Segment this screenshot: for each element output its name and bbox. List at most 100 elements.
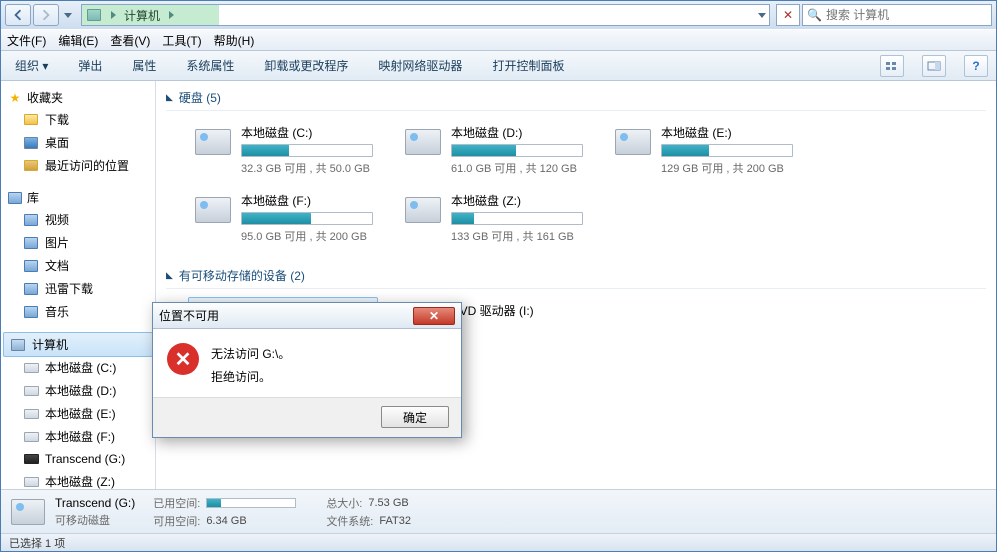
sidebar-item-drive-z[interactable]: 本地磁盘 (Z:) bbox=[1, 470, 155, 489]
desktop-icon bbox=[23, 135, 39, 151]
error-icon: ✕ bbox=[167, 343, 199, 375]
sidebar-item-music[interactable]: 音乐 bbox=[1, 300, 155, 323]
sidebar-item-drive-d[interactable]: 本地磁盘 (D:) bbox=[1, 379, 155, 402]
folder-icon bbox=[23, 112, 39, 128]
menu-edit[interactable]: 编辑(E) bbox=[58, 32, 98, 49]
drive-icon bbox=[23, 406, 39, 422]
sidebar-item-downloads[interactable]: 下载 bbox=[1, 108, 155, 131]
collapse-icon: ◣ bbox=[166, 270, 173, 281]
sidebar-item-drive-e[interactable]: 本地磁盘 (E:) bbox=[1, 402, 155, 425]
sidebar-item-videos[interactable]: 视频 bbox=[1, 208, 155, 231]
total-size-value: 7.53 GB bbox=[368, 497, 408, 509]
status-selected: 已选择 1 项 bbox=[9, 535, 65, 551]
sidebar-item-drive-f[interactable]: 本地磁盘 (F:) bbox=[1, 425, 155, 448]
thunder-icon bbox=[23, 281, 39, 297]
usage-bar bbox=[241, 212, 373, 225]
nav-back-button[interactable] bbox=[5, 4, 31, 26]
toolbar: 组织 ▾ 弹出 属性 系统属性 卸载或更改程序 映射网络驱动器 打开控制面板 ? bbox=[1, 51, 996, 81]
usage-text: 95.0 GB 可用 , 共 200 GB bbox=[241, 228, 373, 244]
total-size-label: 总大小: bbox=[326, 495, 362, 511]
usage-bar bbox=[241, 144, 373, 157]
address-dropdown[interactable] bbox=[755, 13, 769, 18]
nav-forward-button[interactable] bbox=[33, 4, 59, 26]
hdd-icon bbox=[403, 192, 443, 228]
library-icon bbox=[7, 190, 23, 206]
address-progress bbox=[82, 5, 219, 25]
music-icon bbox=[23, 304, 39, 320]
uninstall-button[interactable]: 卸载或更改程序 bbox=[258, 53, 354, 78]
sidebar-item-recent[interactable]: 最近访问的位置 bbox=[1, 154, 155, 177]
drive-icon bbox=[23, 383, 39, 399]
preview-pane-button[interactable] bbox=[922, 55, 946, 77]
eject-button[interactable]: 弹出 bbox=[72, 53, 108, 78]
navigation-pane: ★收藏夹 下载 桌面 最近访问的位置 库 视频 图片 文档 迅雷下载 音乐 计算… bbox=[1, 81, 156, 489]
search-input[interactable] bbox=[826, 8, 987, 22]
hdd-icon bbox=[193, 192, 233, 228]
dialog-titlebar[interactable]: 位置不可用 ✕ bbox=[153, 303, 461, 329]
menu-help[interactable]: 帮助(H) bbox=[214, 32, 255, 49]
system-properties-button[interactable]: 系统属性 bbox=[180, 53, 240, 78]
nav-history-dropdown[interactable] bbox=[61, 13, 75, 18]
dialog-title: 位置不可用 bbox=[159, 307, 219, 324]
map-drive-button[interactable]: 映射网络驱动器 bbox=[372, 53, 468, 78]
hdd-icon bbox=[613, 124, 653, 160]
sidebar-item-drive-c[interactable]: 本地磁盘 (C:) bbox=[1, 356, 155, 379]
recent-icon bbox=[23, 158, 39, 174]
details-type: 可移动磁盘 bbox=[55, 512, 135, 528]
search-box[interactable]: 🔍 bbox=[802, 4, 992, 26]
sidebar-item-desktop[interactable]: 桌面 bbox=[1, 131, 155, 154]
computer-icon bbox=[10, 337, 26, 353]
details-name: Transcend (G:) bbox=[55, 496, 135, 510]
usage-bar bbox=[451, 212, 583, 225]
filesystem-label: 文件系统: bbox=[326, 513, 373, 529]
hdd-icon bbox=[403, 124, 443, 160]
drive-card[interactable]: 本地磁盘 (C:)32.3 GB 可用 , 共 50.0 GB bbox=[188, 119, 378, 181]
dialog-message-2: 拒绝访问。 bbox=[211, 366, 290, 389]
properties-button[interactable]: 属性 bbox=[126, 53, 162, 78]
group-removable[interactable]: ◣有可移动存储的设备 (2) bbox=[166, 263, 986, 289]
menu-file[interactable]: 文件(F) bbox=[7, 32, 46, 49]
usage-bar bbox=[451, 144, 583, 157]
sidebar-libraries-header[interactable]: 库 bbox=[1, 187, 155, 208]
drive-name: DVD 驱动器 (I:) bbox=[451, 302, 583, 319]
sidebar-libraries: 库 视频 图片 文档 迅雷下载 音乐 bbox=[1, 187, 155, 323]
sidebar-favorites-header[interactable]: ★收藏夹 bbox=[1, 87, 155, 108]
help-button[interactable]: ? bbox=[964, 55, 988, 77]
drive-name: 本地磁盘 (D:) bbox=[451, 124, 583, 141]
sidebar-item-drive-g[interactable]: Transcend (G:) bbox=[1, 448, 155, 470]
drive-name: 本地磁盘 (Z:) bbox=[451, 192, 583, 209]
view-options-button[interactable] bbox=[880, 55, 904, 77]
titlebar: 计算机 ✕ 🔍 bbox=[1, 1, 996, 29]
organize-button[interactable]: 组织 ▾ bbox=[9, 53, 54, 78]
drive-card[interactable]: 本地磁盘 (Z:)133 GB 可用 , 共 161 GB bbox=[398, 187, 588, 249]
star-icon: ★ bbox=[7, 90, 23, 106]
drive-icon bbox=[23, 429, 39, 445]
sidebar-item-thunder[interactable]: 迅雷下载 bbox=[1, 277, 155, 300]
video-icon bbox=[23, 212, 39, 228]
sidebar-item-pictures[interactable]: 图片 bbox=[1, 231, 155, 254]
dialog-close-button[interactable]: ✕ bbox=[413, 307, 455, 325]
drive-name: 本地磁盘 (C:) bbox=[241, 124, 373, 141]
control-panel-button[interactable]: 打开控制面板 bbox=[486, 53, 570, 78]
stop-button[interactable]: ✕ bbox=[776, 4, 800, 26]
hard-disk-grid: 本地磁盘 (C:)32.3 GB 可用 , 共 50.0 GB 本地磁盘 (D:)… bbox=[166, 111, 986, 263]
drive-name: 本地磁盘 (F:) bbox=[241, 192, 373, 209]
menu-bar: 文件(F) 编辑(E) 查看(V) 工具(T) 帮助(H) bbox=[1, 29, 996, 51]
collapse-icon: ◣ bbox=[166, 92, 173, 103]
menu-tools[interactable]: 工具(T) bbox=[162, 32, 201, 49]
free-space-label: 可用空间: bbox=[153, 513, 200, 529]
dialog-ok-button[interactable]: 确定 bbox=[381, 406, 449, 428]
sidebar-favorites: ★收藏夹 下载 桌面 最近访问的位置 bbox=[1, 87, 155, 177]
address-bar[interactable]: 计算机 bbox=[81, 4, 770, 26]
group-hard-disks[interactable]: ◣硬盘 (5) bbox=[166, 85, 986, 111]
drive-card[interactable]: 本地磁盘 (F:) 95.0 GB 可用 , 共 200 GB bbox=[188, 187, 378, 249]
hdd-icon bbox=[193, 124, 233, 160]
sidebar-item-documents[interactable]: 文档 bbox=[1, 254, 155, 277]
drive-icon bbox=[23, 451, 39, 467]
menu-view[interactable]: 查看(V) bbox=[110, 32, 150, 49]
drive-card[interactable]: 本地磁盘 (E:)129 GB 可用 , 共 200 GB bbox=[608, 119, 798, 181]
drive-card[interactable]: 本地磁盘 (D:)61.0 GB 可用 , 共 120 GB bbox=[398, 119, 588, 181]
sidebar-computer-header[interactable]: 计算机 bbox=[3, 332, 153, 357]
drive-icon bbox=[23, 360, 39, 376]
workspace: ★收藏夹 下载 桌面 最近访问的位置 库 视频 图片 文档 迅雷下载 音乐 计算… bbox=[1, 81, 996, 489]
